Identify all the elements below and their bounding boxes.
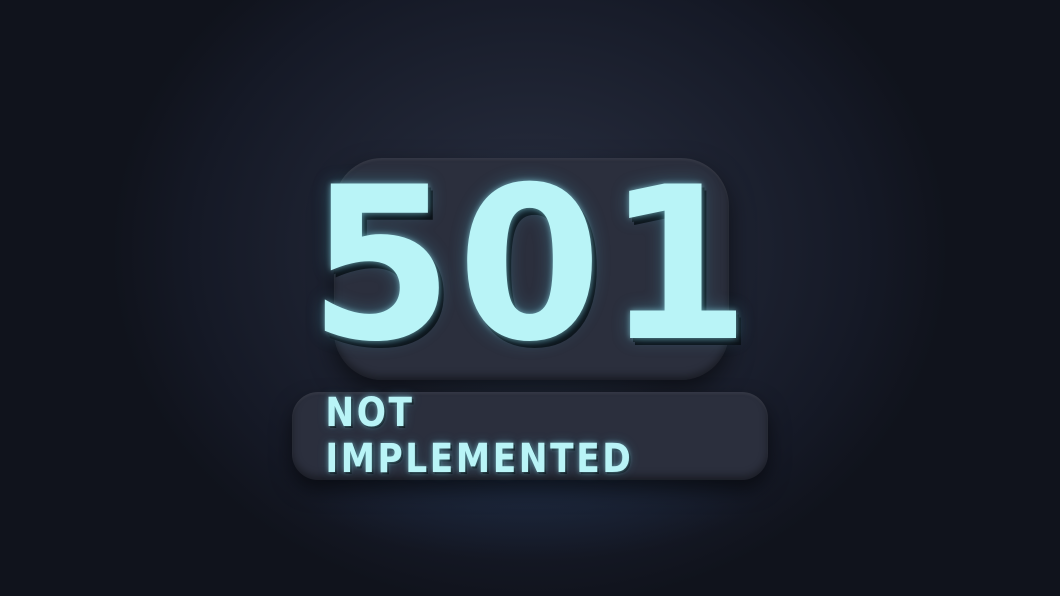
- error-scene: 501 NOT IMPLEMENTED: [0, 0, 1060, 596]
- error-message: NOT IMPLEMENTED: [325, 390, 634, 482]
- error-code: 501: [308, 141, 755, 388]
